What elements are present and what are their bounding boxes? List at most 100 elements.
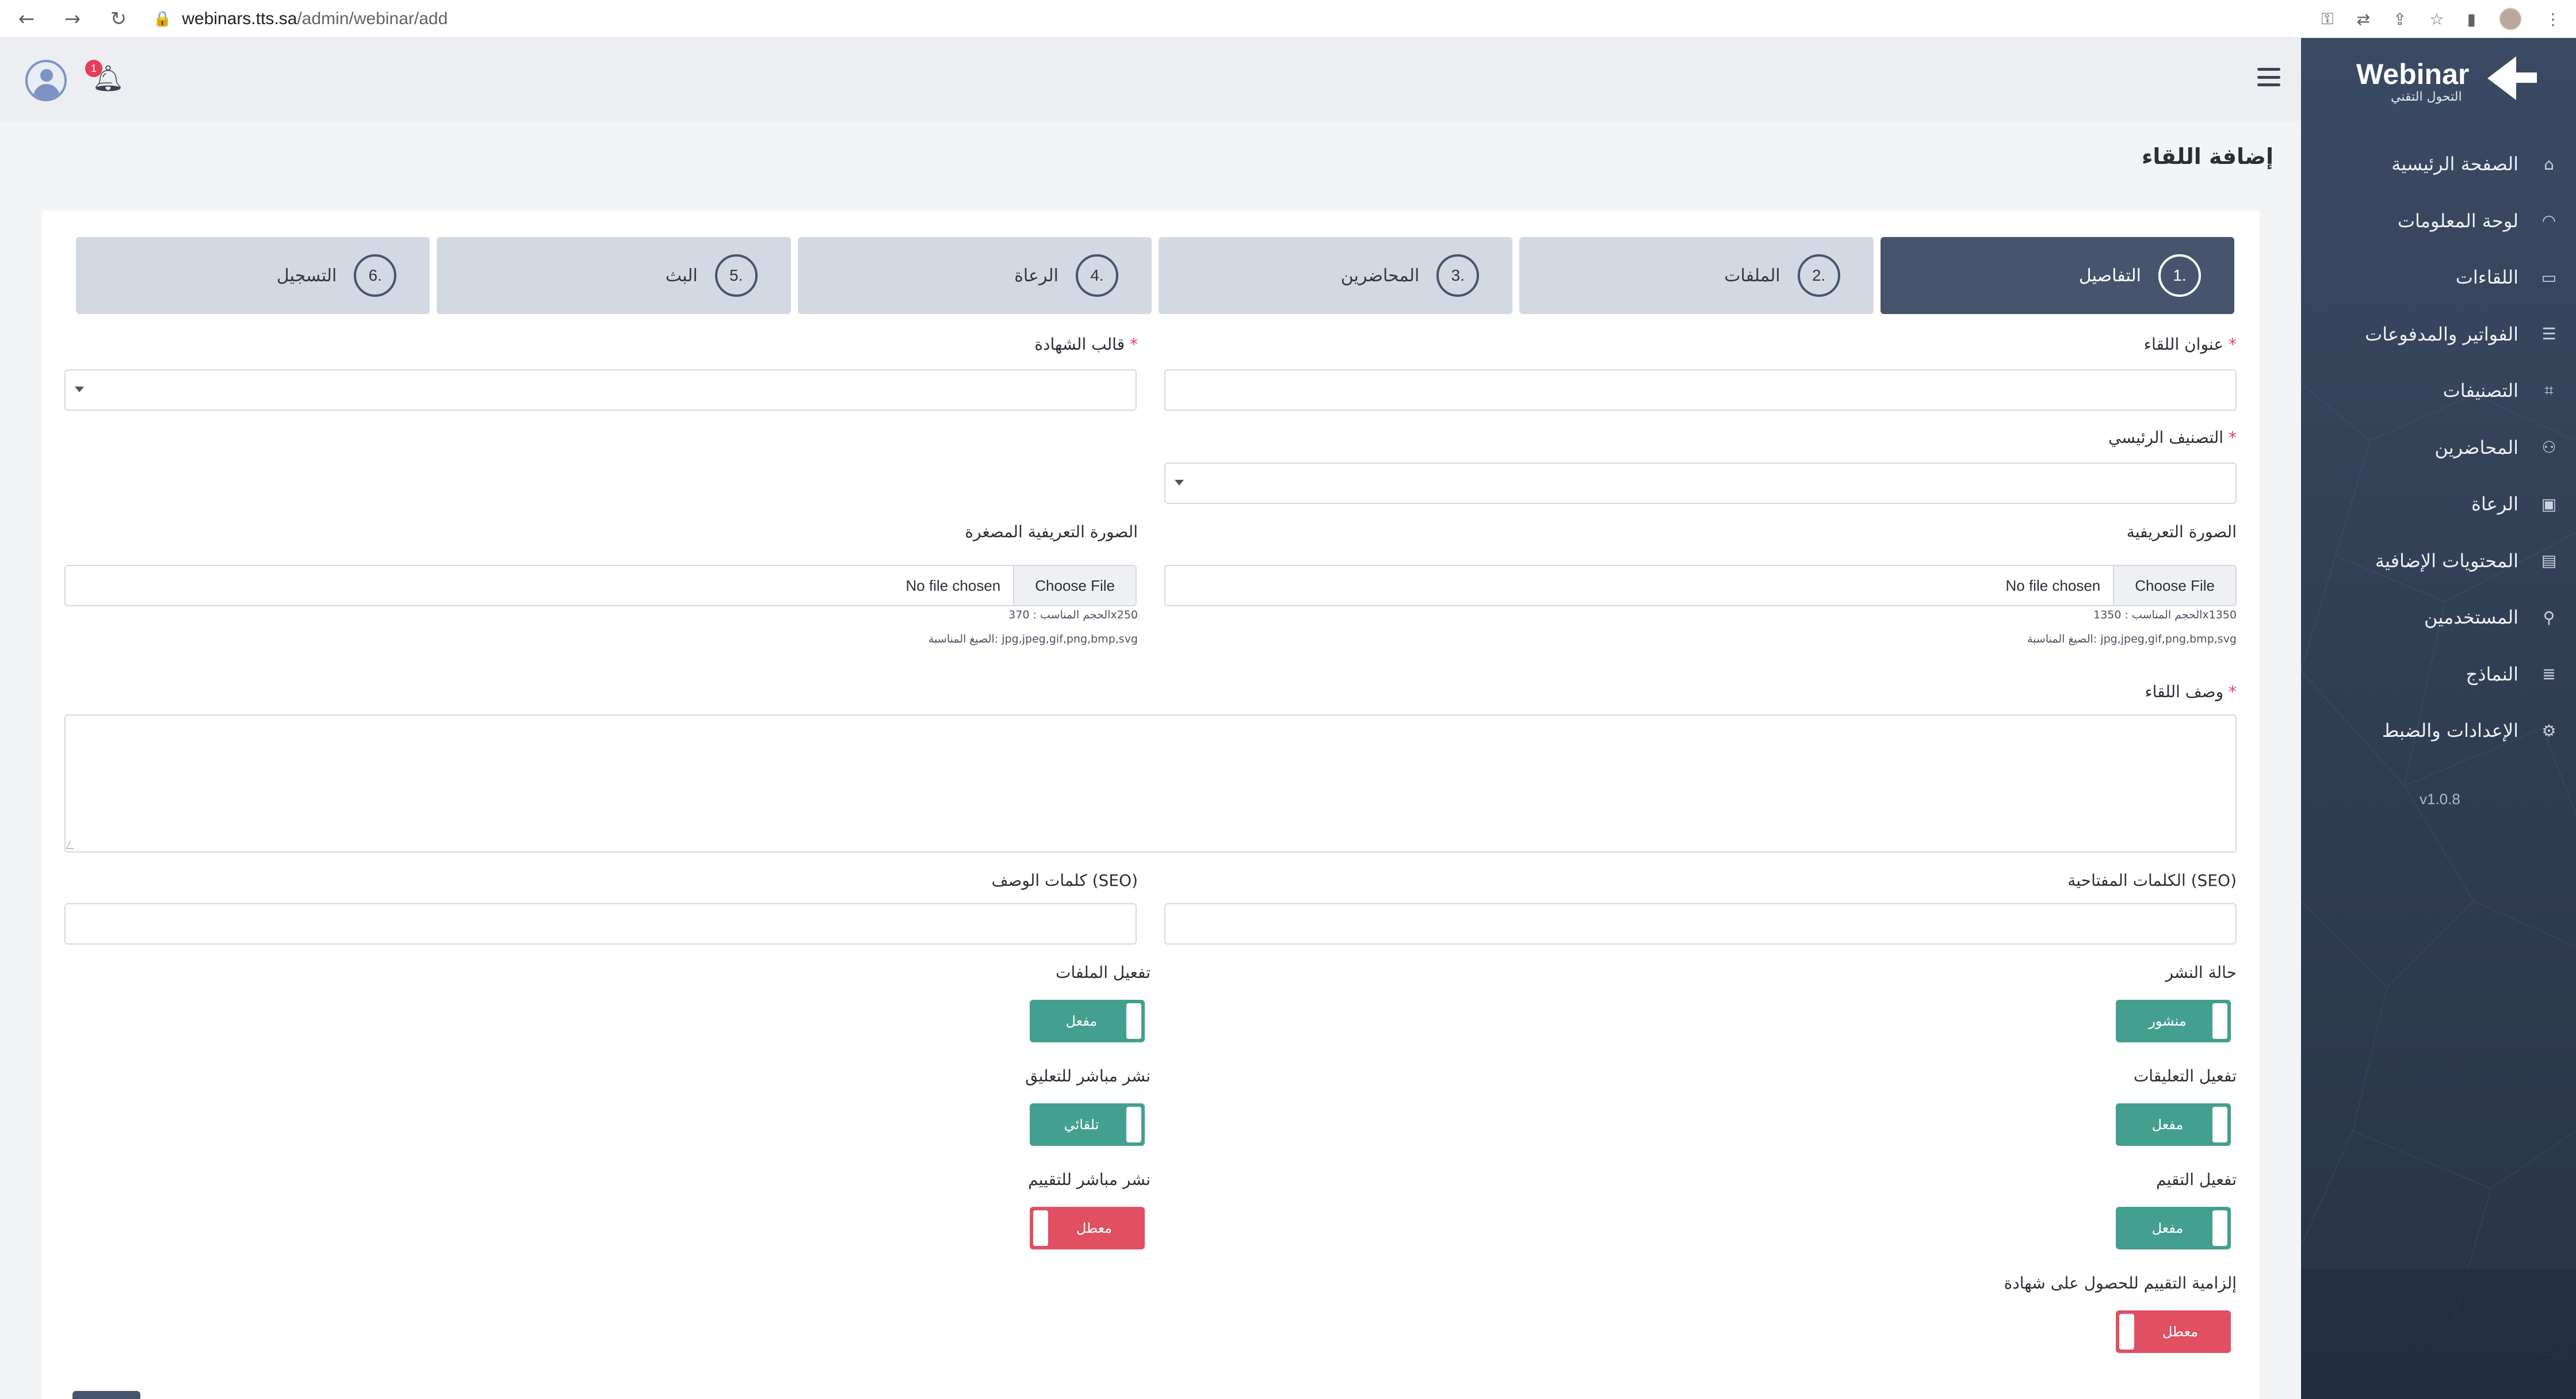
forward-arrow-icon[interactable]: →	[61, 7, 84, 30]
image-formats-hint: الصيغ المناسبة: jpg,jpeg,gif,png,bmp,svg	[2027, 633, 2237, 645]
step-number: 4.	[1076, 254, 1119, 297]
sidebar-item-label: الفواتير والمدفوعات	[2365, 323, 2518, 345]
toggle-text: معطل	[1076, 1220, 1113, 1236]
brand-subtitle: التحول التقني	[2391, 90, 2462, 104]
address-bar[interactable]: webinars.tts.sa/admin/webinar/add	[182, 9, 448, 29]
step-label: الملفات	[1724, 265, 1780, 286]
seo-keywords-input[interactable]	[1164, 903, 2237, 945]
reload-icon[interactable]: ↻	[107, 7, 130, 30]
user-icon: ⚇	[2541, 438, 2556, 457]
category-select[interactable]	[1164, 462, 2237, 504]
toggle-text: مفعل	[2151, 1220, 2184, 1236]
sidebar-item-categories[interactable]: التصنيفات ⌗	[2301, 362, 2576, 419]
user-avatar-icon[interactable]	[25, 60, 67, 101]
step-stream[interactable]: 5. البث	[437, 237, 791, 314]
seo-description-label: كلمات الوصف (SEO)	[991, 871, 1138, 890]
step-number: 5.	[714, 254, 758, 297]
step-number: 1.	[2158, 254, 2201, 297]
thumb-label: الصورة التعريفية المصغرة	[965, 522, 1138, 541]
image-label: الصورة التعريفية	[2126, 522, 2237, 541]
auto-comment-toggle[interactable]: تلقائي	[1030, 1103, 1145, 1146]
files-label: تفعيل الملفات	[1056, 963, 1151, 982]
label-text: وصف اللقاء	[2145, 682, 2224, 701]
sidebar-item-webinars[interactable]: اللقاءات ▭	[2301, 249, 2576, 306]
certificate-select[interactable]	[64, 369, 1137, 411]
label-text: قالب الشهادة	[1034, 335, 1125, 354]
description-textarea[interactable]	[64, 714, 2237, 853]
sidebar-item-dashboard[interactable]: لوحة المعلومات ◠	[2301, 193, 2576, 250]
caret-down-icon	[75, 387, 84, 392]
toggle-text: مفعل	[2151, 1117, 2184, 1133]
seo-keywords-label: الكلمات المفتاحية (SEO)	[2067, 871, 2237, 890]
translate-icon[interactable]: ⇄	[2357, 10, 2370, 29]
tag-icon: ⌗	[2544, 381, 2554, 400]
key-icon[interactable]: ⚿	[2321, 9, 2333, 29]
step-files[interactable]: 2. الملفات	[1519, 237, 1874, 314]
back-arrow-icon[interactable]: ←	[15, 7, 38, 30]
sidebar-item-sponsors[interactable]: الرعاة ▣	[2301, 476, 2576, 533]
step-recording[interactable]: 6. التسجيل	[76, 237, 430, 314]
resize-grip-icon[interactable]	[65, 841, 79, 849]
sidebar-item-label: المستخدمين	[2424, 606, 2518, 629]
toggle-text: منشور	[2149, 1013, 2187, 1029]
more-menu-icon[interactable]: ⋮	[2545, 10, 2561, 29]
toggle-text: مفعل	[1065, 1013, 1098, 1029]
step-label: التفاصيل	[2078, 265, 2141, 286]
rating-toggle[interactable]: مفعل	[2116, 1207, 2231, 1249]
sidebar-item-users[interactable]: المستخدمين ⚲	[2301, 589, 2576, 646]
sidebar: Webinar التحول التقني الصفحة الرئيسية ⌂ ل…	[2301, 38, 2576, 1399]
sidebar-item-settings[interactable]: الإعدادات والضبط ⚙	[2301, 702, 2576, 759]
files-toggle[interactable]: مفعل	[1030, 1000, 1145, 1042]
toggle-text: معطل	[2162, 1324, 2199, 1340]
step-label: الرعاة	[1014, 265, 1059, 286]
app-version: v1.0.8	[2420, 790, 2460, 808]
auto-comment-label: نشر مباشر للتعليق	[1025, 1067, 1151, 1085]
lock-icon[interactable]: 🔒	[153, 10, 171, 28]
image-file-input[interactable]: Choose File No file chosen	[1164, 565, 2237, 606]
toggle-knob	[2119, 1314, 2134, 1350]
sidebar-menu: الصفحة الرئيسية ⌂ لوحة المعلومات ◠ اللقاءا…	[2301, 136, 2576, 759]
sidebar-item-label: الرعاة	[2471, 493, 2518, 515]
step-details[interactable]: 1. التفاصيل	[1880, 237, 2234, 314]
share-icon[interactable]: ⇪	[2393, 10, 2406, 29]
sidebar-item-home[interactable]: الصفحة الرئيسية ⌂	[2301, 136, 2576, 193]
brand-logo[interactable]: Webinar التحول التقني	[2356, 55, 2540, 107]
sidebar-toggle-icon[interactable]: ▮	[2467, 10, 2476, 29]
comments-label: تفعيل التعليقات	[2133, 1067, 2237, 1085]
next-button[interactable]	[72, 1391, 140, 1399]
list-icon: ≣	[2542, 664, 2556, 684]
required-mark: *	[2229, 428, 2237, 447]
title-input[interactable]	[1164, 369, 2237, 411]
sidebar-item-invoices[interactable]: الفواتير والمدفوعات ☰	[2301, 306, 2576, 363]
sidebar-item-label: الإعدادات والضبط	[2382, 720, 2518, 742]
certificate-label: قالب الشهادة *	[1034, 335, 1138, 354]
sidebar-item-label: اللقاءات	[2455, 266, 2518, 289]
hamburger-menu-icon[interactable]	[2257, 68, 2280, 86]
publish-status-label: حالة النشر	[2165, 963, 2237, 982]
publish-status-toggle[interactable]: منشور	[2116, 1000, 2231, 1042]
thumb-size-hint: الحجم المناسب : 370x250	[1008, 609, 1138, 621]
comments-toggle[interactable]: مفعل	[2116, 1103, 2231, 1146]
step-sponsors[interactable]: 4. الرعاة	[797, 237, 1152, 314]
sidebar-item-forms[interactable]: النماذج ≣	[2301, 646, 2576, 703]
star-icon[interactable]: ☆	[2429, 10, 2444, 29]
image-size-hint: الحجم المناسب : 1350x1350	[2093, 609, 2237, 621]
choose-file-button[interactable]: Choose File	[1013, 566, 1136, 605]
rating-required-toggle[interactable]: معطل	[2116, 1310, 2231, 1353]
step-label: المحاضرين	[1340, 265, 1420, 286]
sidebar-item-extra-content[interactable]: المحتويات الإضافية ▤	[2301, 533, 2576, 590]
rating-required-label: إلزامية التقييم للحصول على شهادة	[2004, 1274, 2237, 1293]
step-speakers[interactable]: 3. المحاضرين	[1159, 237, 1513, 314]
browser-toolbar: ← → ↻ 🔒 webinars.tts.sa/admin/webinar/ad…	[0, 0, 2576, 38]
sidebar-item-speakers[interactable]: المحاضرين ⚇	[2301, 419, 2576, 476]
toggle-knob	[1033, 1210, 1048, 1246]
auto-rating-toggle[interactable]: معطل	[1030, 1207, 1145, 1249]
seo-description-input[interactable]	[64, 903, 1137, 945]
choose-file-button[interactable]: Choose File	[2113, 566, 2235, 605]
profile-avatar[interactable]	[2499, 7, 2522, 30]
description-label: وصف اللقاء *	[2145, 682, 2237, 701]
label-text: عنوان اللقاء	[2143, 335, 2224, 354]
file-status: No file chosen	[905, 576, 1001, 594]
label-text: التصنيف الرئيسي	[2108, 428, 2224, 447]
thumb-file-input[interactable]: Choose File No file chosen	[64, 565, 1137, 606]
